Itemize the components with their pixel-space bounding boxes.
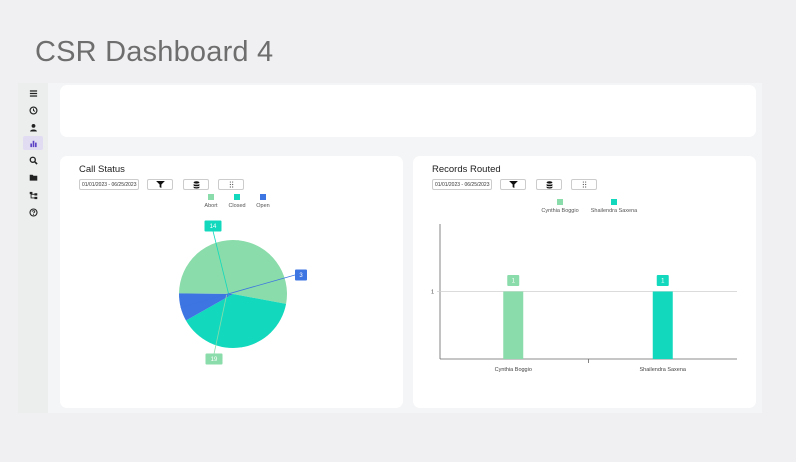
pie-data-label: 19: [205, 353, 223, 365]
menu-icon: [29, 89, 37, 97]
bar-data-label: 1: [656, 275, 669, 286]
sidebar-item-reports[interactable]: [23, 136, 43, 150]
pie-data-label: 14: [204, 220, 222, 232]
call-status-panel: Call Status 01/01/2023 - 06/25/2023 Abor…: [60, 156, 403, 408]
summary-panel: [60, 85, 756, 137]
page-title: CSR Dashboard 4: [35, 36, 274, 68]
sidebar-item-history[interactable]: [23, 103, 43, 117]
sidebar-item-user[interactable]: [23, 120, 43, 134]
bar-data-label: 1: [507, 275, 520, 286]
call-status-pie-chart: 19 14 3: [179, 220, 307, 365]
sidebar-item-search[interactable]: [23, 153, 43, 167]
records-routed-bar-chart: 1 1 Cynthia Boggio 1 Shailendra Saxena: [431, 224, 737, 373]
data-label-text: 14: [210, 224, 217, 230]
sidebar-item-routing[interactable]: [23, 188, 43, 202]
user-icon: [29, 123, 37, 132]
sidebar-item-help[interactable]: [23, 205, 43, 219]
clock-icon: [28, 105, 38, 115]
hierarchy-icon: [29, 191, 37, 199]
bar[interactable]: [503, 291, 524, 360]
sidebar-item-files[interactable]: [23, 170, 43, 184]
records-routed-panel: Records Routed 01/01/2023 - 06/25/2023 C…: [413, 156, 756, 408]
pie-data-label: 3: [295, 269, 307, 281]
x-tick-label: Shailendra Saxena: [640, 367, 687, 373]
x-tick-label: Cynthia Boggio: [495, 367, 532, 373]
sidebar-item-menu[interactable]: [23, 86, 43, 100]
bar[interactable]: [652, 291, 673, 360]
help-icon: [28, 207, 38, 217]
dashboard-app: Call Status 01/01/2023 - 06/25/2023 Abor…: [18, 83, 762, 413]
bar-chart-icon: [29, 140, 37, 147]
y-tick-label: 1: [431, 290, 434, 296]
search-icon: [29, 156, 38, 165]
sidebar: [18, 83, 48, 413]
data-label-text: 19: [211, 357, 218, 363]
folder-icon: [29, 174, 37, 181]
